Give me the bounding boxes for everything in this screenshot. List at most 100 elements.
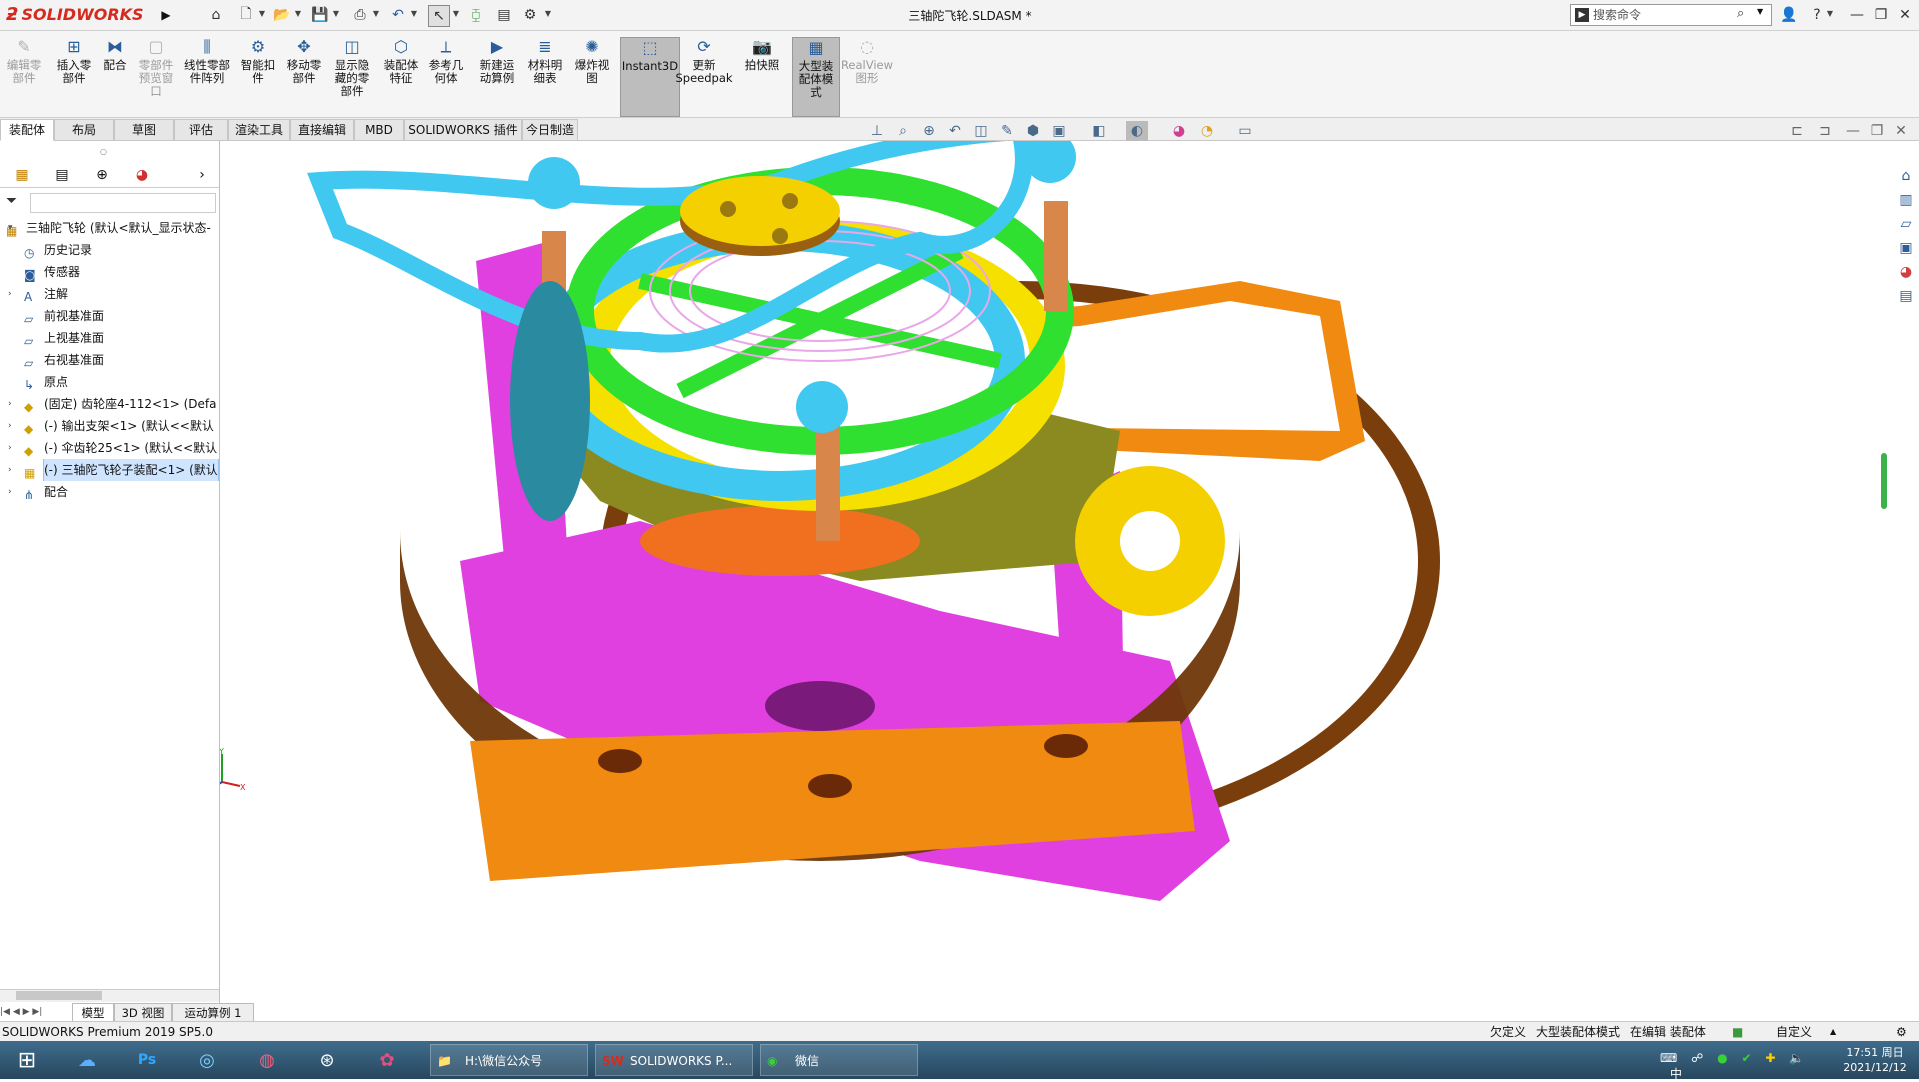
close-icon[interactable]: ✕ <box>1896 6 1914 24</box>
tree-item[interactable]: › A 注解 <box>0 283 219 305</box>
realview-button[interactable]: ◌ RealView 图形 <box>840 37 894 117</box>
feature-manager-tab-icon[interactable]: ▦ <box>2 165 42 185</box>
appearances-icon[interactable]: ◕ <box>1895 261 1917 283</box>
photoshop-icon[interactable]: Ps <box>124 1044 170 1076</box>
search-input[interactable]: 搜索命令 <box>1593 7 1733 23</box>
baidu-netdisk-icon[interactable]: ☁ <box>64 1044 110 1076</box>
ok-app-icon[interactable]: ⊛ <box>304 1044 350 1076</box>
taskbar-window-2[interactable]: ◉ 微信 <box>760 1044 918 1076</box>
status-menu-icon[interactable]: ⚙ <box>1896 1022 1907 1042</box>
large-assembly-button[interactable]: ▦ 大型装 配体模 式 <box>792 37 840 117</box>
search-icon[interactable]: ⌕ <box>1737 6 1753 22</box>
undo-icon[interactable]: ↶ <box>388 5 408 25</box>
display-style-icon[interactable]: ▣ <box>1048 121 1070 141</box>
app-icon-misc[interactable]: ✿ <box>364 1044 410 1076</box>
zoom-to-fit-icon[interactable]: ⌕ <box>892 121 914 141</box>
rebuild-status-icon[interactable]: ■ <box>1732 1022 1743 1042</box>
file-explorer-icon[interactable]: ▱ <box>1895 213 1917 235</box>
app-icon-pink[interactable]: ◍ <box>244 1044 290 1076</box>
horizontal-scrollbar[interactable] <box>0 989 219 1002</box>
options-gear-icon[interactable]: ⚙ <box>520 5 540 25</box>
tab-0[interactable]: 装配体 <box>0 119 54 141</box>
viewport-tile-right-icon[interactable]: ⊐ <box>1814 121 1836 141</box>
tree-item[interactable]: ▱ 右视基准面 <box>0 349 219 371</box>
design-library-icon[interactable]: ▥ <box>1895 189 1917 211</box>
bom-button[interactable]: ≣ 材料明 细表 <box>522 37 568 117</box>
tree-root[interactable]: ▾ ▦ 三轴陀飞轮 (默认<默认_显示状态- <box>0 217 219 239</box>
security-tray-icon[interactable]: ✔ <box>1741 1051 1751 1065</box>
graphics-scroll-handle[interactable] <box>1881 453 1887 509</box>
zoom-to-area-icon[interactable]: ⊕ <box>918 121 940 141</box>
view-palette-icon[interactable]: ▣ <box>1895 237 1917 259</box>
hide-show-items-icon[interactable]: ◧ <box>1088 121 1110 141</box>
edit-component-button[interactable]: ✎ 编辑零 部件 <box>0 37 48 117</box>
tree-item[interactable]: ▱ 前视基准面 <box>0 305 219 327</box>
expand-arrow-icon[interactable]: › <box>8 459 18 481</box>
scrollbar-thumb[interactable] <box>16 991 102 1000</box>
print-icon[interactable]: ⎙ <box>350 5 370 25</box>
panel-splitter-handle[interactable]: ○ <box>100 147 107 156</box>
file-properties-icon[interactable]: ▤ <box>494 5 514 25</box>
volume-icon[interactable]: 🔈 <box>1789 1051 1804 1065</box>
bottom-tab-0[interactable]: 模型 <box>72 1003 114 1023</box>
viewport-restore-icon[interactable]: ❐ <box>1866 121 1888 141</box>
panel-more-icon[interactable]: › <box>190 165 214 185</box>
previous-view-icon[interactable]: ↶ <box>944 121 966 141</box>
view-settings-icon[interactable]: ◔ <box>1196 121 1218 141</box>
select-dropdown-icon[interactable]: ▼ <box>452 8 460 20</box>
units-dropdown-icon[interactable]: ▲ <box>1830 1022 1836 1042</box>
viewport-minimize-icon[interactable]: — <box>1842 121 1864 141</box>
mate-button[interactable]: ⧓ 配合 <box>96 37 134 117</box>
minimize-icon[interactable]: — <box>1848 6 1866 24</box>
menu-expand-icon[interactable]: ▶ <box>160 6 172 24</box>
taskbar-window-0[interactable]: 📁 H:\微信公众号 <box>430 1044 588 1076</box>
property-manager-tab-icon[interactable]: ▤ <box>42 165 82 185</box>
custom-properties-icon[interactable]: ▤ <box>1895 285 1917 307</box>
options-dropdown-icon[interactable]: ▼ <box>544 8 552 20</box>
tab-scroll-arrows[interactable]: |◀ ◀ ▶ ▶| <box>0 1003 68 1021</box>
user-account-icon[interactable]: 👤 <box>1780 6 1798 24</box>
tab-7[interactable]: SOLIDWORKS 插件 <box>404 119 522 141</box>
start-button-icon[interactable]: ⊞ <box>4 1044 50 1076</box>
expand-arrow-icon[interactable]: › <box>8 415 18 437</box>
bottom-tab-1[interactable]: 3D 视图 <box>114 1003 172 1023</box>
tab-4[interactable]: 渲染工具 <box>228 119 290 141</box>
view-orientation-icon[interactable]: ⊥ <box>866 121 888 141</box>
tab-1[interactable]: 布局 <box>54 119 114 141</box>
viewport-close-icon[interactable]: ✕ <box>1890 121 1912 141</box>
motion-study-button[interactable]: ▶ 新建运 动算例 <box>472 37 522 117</box>
resources-home-icon[interactable]: ⌂ <box>1895 165 1917 187</box>
assembly-feature-button[interactable]: ⬡ 装配体 特征 <box>378 37 424 117</box>
save-dropdown-icon[interactable]: ▼ <box>332 8 340 20</box>
preview-window-button[interactable]: ▢ 零部件 预览窗 口 <box>134 37 178 117</box>
tree-item[interactable]: ◙ 传感器 <box>0 261 219 283</box>
solidworks-logo[interactable]: ƻ SOLIDWORKS <box>6 3 156 27</box>
status-units[interactable]: 自定义 <box>1776 1022 1812 1042</box>
filter-icon[interactable]: ⏷ <box>6 193 30 211</box>
bottom-tab-2[interactable]: 运动算例 1 <box>172 1003 254 1023</box>
help-icon[interactable]: ? <box>1808 6 1826 24</box>
edit-appearance-icon[interactable]: ◐ <box>1126 121 1148 141</box>
tree-item[interactable]: › ◆ (固定) 齿轮座4-112<1> (Defa <box>0 393 219 415</box>
keyboard-icon[interactable]: ⌨ <box>1660 1051 1677 1065</box>
tree-item[interactable]: › ⋔ 配合 <box>0 481 219 503</box>
section-view-icon[interactable]: ◫ <box>970 121 992 141</box>
expand-arrow-icon[interactable]: › <box>8 393 18 415</box>
snapshot-button[interactable]: 📷 拍快照 <box>734 37 790 117</box>
save-icon[interactable]: 💾 <box>310 5 330 25</box>
insert-component-button[interactable]: ⊞ 插入零 部件 <box>50 37 98 117</box>
linear-pattern-button[interactable]: ⫼ 线性零部 件阵列 <box>178 37 236 117</box>
tree-item[interactable]: › ◆ (-) 输出支架<1> (默认<<默认 <box>0 415 219 437</box>
filter-field[interactable] <box>30 193 216 213</box>
expand-arrow-icon[interactable]: › <box>8 283 18 305</box>
tab-2[interactable]: 草图 <box>114 119 174 141</box>
apply-scene-icon[interactable]: ◕ <box>1168 121 1190 141</box>
restore-icon[interactable]: ❐ <box>1872 6 1890 24</box>
open-dropdown-icon[interactable]: ▼ <box>294 8 302 20</box>
tree-item[interactable]: › ▦ (-) 三轴陀飞轮子装配<1> (默认 <box>0 459 219 481</box>
open-folder-icon[interactable]: 📂 <box>272 5 292 25</box>
view-cube-icon[interactable]: ⬢ <box>1022 121 1044 141</box>
graphics-area[interactable]: Y X Z <box>220 141 1892 1003</box>
rebuild-traffic-light-icon[interactable]: ⧮ <box>466 5 486 25</box>
configuration-manager-tab-icon[interactable]: ⊕ <box>82 165 122 185</box>
